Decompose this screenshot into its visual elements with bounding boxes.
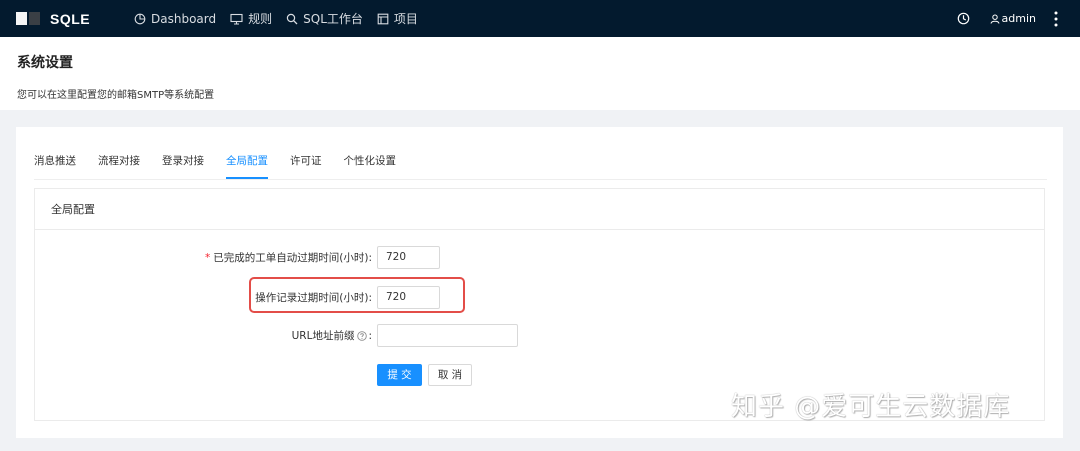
nav-rules-label: 规则 (248, 12, 273, 26)
more-vertical-icon[interactable] (1054, 11, 1058, 27)
question-circle-icon[interactable] (357, 331, 368, 341)
submit-button[interactable]: 提 交 (377, 364, 422, 386)
user-menu[interactable]: admin (990, 12, 1036, 25)
url-prefix-label: URL地址前缀 (291, 330, 355, 342)
nav-sql-workbench[interactable]: SQL工作台 (286, 0, 363, 37)
form-row-ticket-expire: * 已完成的工单自动过期时间(小时): 720 (37, 246, 440, 269)
tab-login-integration[interactable]: 登录对接 (162, 150, 204, 179)
top-right-area: admin (957, 0, 1080, 37)
watermark-text: 知乎 @爱可生云数据库 (731, 392, 1011, 422)
pie-chart-icon (134, 13, 146, 24)
url-prefix-input[interactable] (377, 324, 518, 347)
field-label: URL地址前缀: (37, 328, 377, 343)
page-header: 系统设置 您可以在这里配置您的邮箱SMTP等系统配置 (0, 37, 1080, 110)
tab-process-integration[interactable]: 流程对接 (98, 150, 140, 179)
required-asterisk: * (205, 252, 211, 264)
logo-mark-icon (16, 12, 40, 25)
app-logo[interactable]: SQLE (16, 11, 134, 27)
nav-projects-label: 项目 (393, 12, 418, 26)
tab-global-config[interactable]: 全局配置 (226, 150, 268, 179)
ticket-expire-label: 已完成的工单自动过期时间(小时) (213, 252, 369, 264)
nav-dashboard[interactable]: Dashboard (134, 0, 216, 37)
highlight-box (249, 277, 465, 313)
search-icon (286, 13, 298, 24)
panel-title: 全局配置 (35, 189, 1044, 230)
app-name: SQLE (50, 10, 91, 27)
settings-tabs: 消息推送 流程对接 登录对接 全局配置 许可证 个性化设置 (34, 150, 418, 179)
tab-message-push[interactable]: 消息推送 (34, 150, 76, 179)
tabs-divider (34, 179, 1047, 180)
page-title: 系统设置 (17, 55, 73, 71)
top-navbar: SQLE Dashboard 规则 SQL工作台 项目 admin (0, 0, 1080, 37)
tab-personalization[interactable]: 个性化设置 (344, 150, 397, 179)
cancel-button[interactable]: 取 消 (428, 364, 472, 386)
nav-dashboard-label: Dashboard (151, 11, 217, 26)
form-actions: 提 交 取 消 (377, 364, 472, 386)
project-icon (377, 13, 389, 24)
label-colon: : (368, 252, 372, 264)
tab-license[interactable]: 许可证 (290, 150, 322, 179)
nav-sql-workbench-label: SQL工作台 (303, 12, 363, 26)
monitor-icon (230, 13, 243, 25)
form-row-url-prefix: URL地址前缀: (37, 324, 518, 347)
main-nav: Dashboard 规则 SQL工作台 项目 (134, 0, 432, 37)
nav-rules[interactable]: 规则 (230, 0, 272, 37)
nav-projects[interactable]: 项目 (377, 0, 418, 37)
field-label: * 已完成的工单自动过期时间(小时): (37, 250, 377, 265)
history-icon[interactable] (957, 12, 970, 25)
label-colon: : (368, 330, 372, 342)
user-icon (990, 14, 1000, 24)
page-description: 您可以在这里配置您的邮箱SMTP等系统配置 (17, 90, 215, 101)
user-name: admin (1001, 12, 1036, 25)
ticket-expire-input[interactable]: 720 (377, 246, 440, 269)
